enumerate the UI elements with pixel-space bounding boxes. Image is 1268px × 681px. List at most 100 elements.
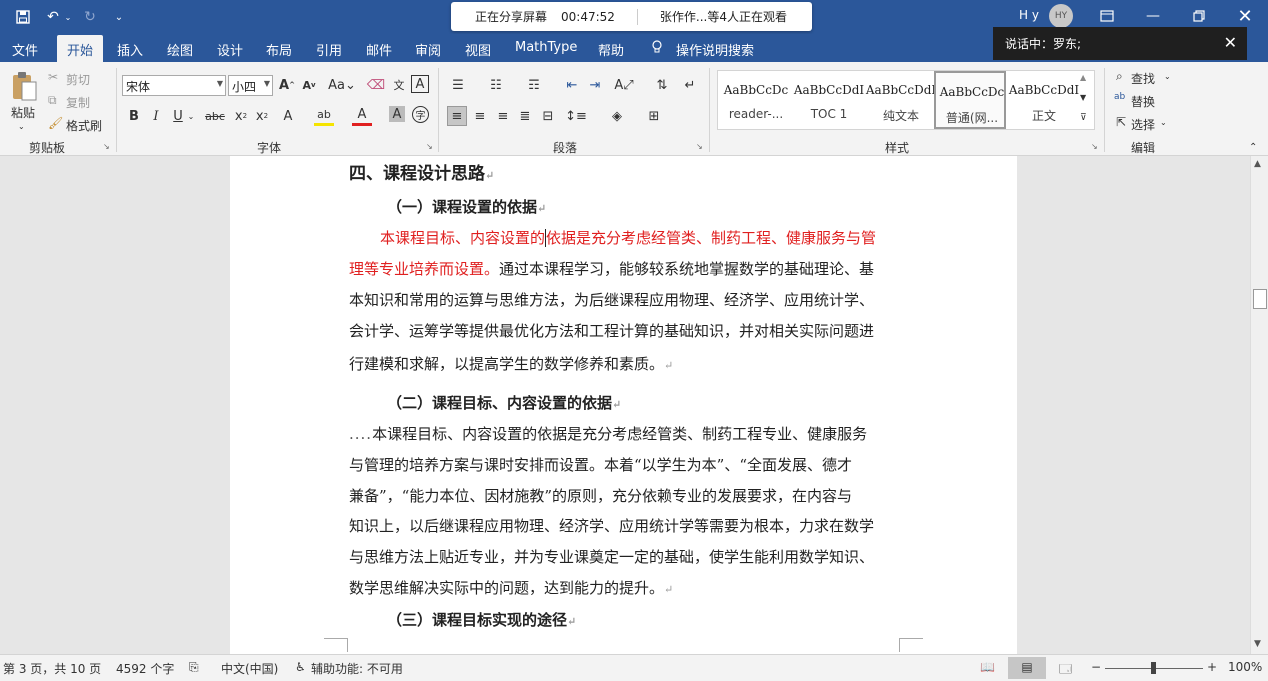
- viewers-text[interactable]: 张作作...等4人正在观看: [660, 8, 787, 25]
- close-icon[interactable]: ✕: [1224, 33, 1237, 52]
- tab-help[interactable]: 帮助: [598, 40, 624, 59]
- replace-button[interactable]: 替换: [1131, 93, 1155, 110]
- zoom-out-icon[interactable]: −: [1091, 660, 1101, 674]
- text-direction-icon[interactable]: A⤢: [614, 75, 634, 95]
- find-button[interactable]: 查找: [1131, 70, 1155, 87]
- web-layout-icon[interactable]: 🗔: [1059, 660, 1072, 681]
- copy-button[interactable]: 复制: [66, 94, 90, 111]
- styles-more-icon[interactable]: ⊽: [1080, 113, 1087, 123]
- format-painter-icon[interactable]: 🖌: [48, 116, 63, 130]
- style-normal-web[interactable]: AaBbCcDc 普通(网...: [934, 71, 1006, 129]
- styles-launcher-icon[interactable]: ↘: [1091, 142, 1098, 151]
- font-name-select[interactable]: 宋体 ▼: [122, 75, 226, 96]
- font-size-select[interactable]: 小四 ▼: [228, 75, 273, 96]
- style-body[interactable]: AaBbCcDdI 正文: [1008, 71, 1080, 129]
- subscript-icon[interactable]: x2: [231, 106, 251, 126]
- save-icon[interactable]: [13, 7, 33, 27]
- cut-button[interactable]: 剪切: [66, 71, 90, 88]
- cursor-icon[interactable]: ⇱: [1116, 115, 1126, 129]
- decrease-indent-icon[interactable]: ⇤: [562, 75, 582, 95]
- tab-draw[interactable]: 绘图: [167, 40, 193, 59]
- change-case-icon[interactable]: Aa⌄: [327, 75, 357, 95]
- align-center-icon[interactable]: ≡: [470, 106, 490, 126]
- paste-dropdown-icon[interactable]: ⌄: [18, 122, 25, 131]
- style-reader[interactable]: AaBbCcDc reader-...: [720, 71, 792, 129]
- strikethrough-icon[interactable]: abc: [205, 106, 225, 126]
- chevron-down-icon[interactable]: ⌄: [1164, 72, 1171, 81]
- tab-home[interactable]: 开始: [57, 35, 104, 62]
- customize-toolbar-icon[interactable]: ⌄: [112, 7, 126, 27]
- collapse-ribbon-icon[interactable]: ⌃: [1249, 142, 1257, 153]
- paste-icon[interactable]: [10, 70, 38, 102]
- align-left-icon[interactable]: ≡: [447, 106, 467, 126]
- align-right-icon[interactable]: ≡: [493, 106, 513, 126]
- style-plain-text[interactable]: AaBbCcDdI 纯文本: [865, 71, 937, 129]
- redo-icon[interactable]: ↻: [80, 7, 100, 27]
- font-launcher-icon[interactable]: ↘: [426, 142, 433, 151]
- italic-icon[interactable]: I: [146, 106, 166, 126]
- styles-scroll-down-icon[interactable]: ▼: [1080, 93, 1086, 102]
- user-name[interactable]: H y: [1019, 8, 1039, 22]
- line-spacing-icon[interactable]: ↕≡: [565, 106, 587, 126]
- distributed-icon[interactable]: ⊟: [538, 106, 558, 126]
- grow-font-icon[interactable]: A ^: [277, 75, 297, 95]
- print-layout-icon[interactable]: ▤: [1008, 657, 1046, 679]
- accessibility-status[interactable]: 辅助功能: 不可用: [311, 660, 403, 677]
- scroll-down-icon[interactable]: ▼: [1254, 639, 1261, 649]
- shrink-font-icon[interactable]: Av: [299, 75, 319, 95]
- page-count[interactable]: 第 3 页，共 10 页: [3, 660, 101, 677]
- tab-layout[interactable]: 布局: [266, 40, 292, 59]
- chevron-down-icon[interactable]: ⌄: [1160, 118, 1167, 127]
- bold-icon[interactable]: B: [124, 106, 144, 126]
- clear-formatting-icon[interactable]: ⌫: [366, 75, 386, 95]
- paragraph-launcher-icon[interactable]: ↘: [696, 142, 703, 151]
- document-page[interactable]: 四、课程设计思路↵ （一）课程设置的依据↵ 本课程目标、内容设置的依据是充分考虑…: [230, 156, 1017, 654]
- tab-mathtype[interactable]: MathType: [515, 40, 577, 55]
- tab-design[interactable]: 设计: [217, 40, 243, 59]
- phonetic-guide-icon[interactable]: 文: [389, 75, 409, 95]
- multilevel-list-icon[interactable]: ☶: [524, 75, 544, 95]
- copy-icon[interactable]: ⧉: [48, 93, 57, 108]
- read-mode-icon[interactable]: 📖: [980, 660, 995, 674]
- shading-icon[interactable]: ◈: [607, 106, 627, 126]
- word-count[interactable]: 4592 个字: [116, 660, 174, 677]
- undo-dropdown-icon[interactable]: ⌄: [63, 7, 73, 27]
- text-effects-icon[interactable]: A: [278, 106, 298, 126]
- tab-references[interactable]: 引用: [316, 40, 342, 59]
- replace-icon[interactable]: ab: [1114, 92, 1125, 102]
- select-button[interactable]: 选择: [1131, 116, 1155, 133]
- clipboard-launcher-icon[interactable]: ↘: [103, 142, 110, 151]
- tab-view[interactable]: 视图: [465, 40, 491, 59]
- accessibility-icon[interactable]: ♿: [295, 660, 306, 674]
- tell-me-search[interactable]: 操作说明搜索: [676, 40, 754, 59]
- character-shading-icon[interactable]: A: [389, 106, 405, 122]
- avatar[interactable]: HY: [1049, 4, 1073, 28]
- increase-indent-icon[interactable]: ⇥: [585, 75, 605, 95]
- paste-button[interactable]: 粘贴: [11, 104, 35, 121]
- chevron-down-icon[interactable]: ⌄: [186, 106, 196, 126]
- proofing-icon[interactable]: ⎘: [189, 660, 199, 675]
- zoom-in-icon[interactable]: +: [1207, 660, 1217, 674]
- tab-file[interactable]: 文件: [12, 40, 38, 59]
- sort-icon[interactable]: ⇅: [652, 75, 672, 95]
- styles-scroll-up-icon[interactable]: ▲: [1080, 73, 1086, 82]
- zoom-level[interactable]: 100%: [1228, 660, 1262, 674]
- show-marks-icon[interactable]: ↵: [680, 75, 700, 95]
- underline-icon[interactable]: U: [168, 106, 188, 126]
- scrollbar-thumb[interactable]: [1253, 289, 1267, 309]
- justify-icon[interactable]: ≣: [515, 106, 535, 126]
- scroll-up-icon[interactable]: ▲: [1254, 159, 1261, 169]
- search-icon[interactable]: ⌕: [1116, 69, 1123, 84]
- superscript-icon[interactable]: x2: [252, 106, 272, 126]
- undo-icon[interactable]: ↶: [42, 7, 64, 27]
- highlight-icon[interactable]: ab: [314, 106, 334, 126]
- cut-icon[interactable]: ✂: [48, 70, 58, 84]
- bullets-icon[interactable]: ☰: [448, 75, 468, 95]
- tab-insert[interactable]: 插入: [117, 40, 143, 59]
- borders-icon[interactable]: ⊞: [644, 106, 664, 126]
- font-color-icon[interactable]: A: [352, 106, 372, 126]
- vertical-scrollbar[interactable]: ▲ ▼: [1250, 156, 1268, 654]
- tab-review[interactable]: 审阅: [415, 40, 441, 59]
- tab-mailings[interactable]: 邮件: [366, 40, 392, 59]
- format-painter-button[interactable]: 格式刷: [66, 117, 102, 134]
